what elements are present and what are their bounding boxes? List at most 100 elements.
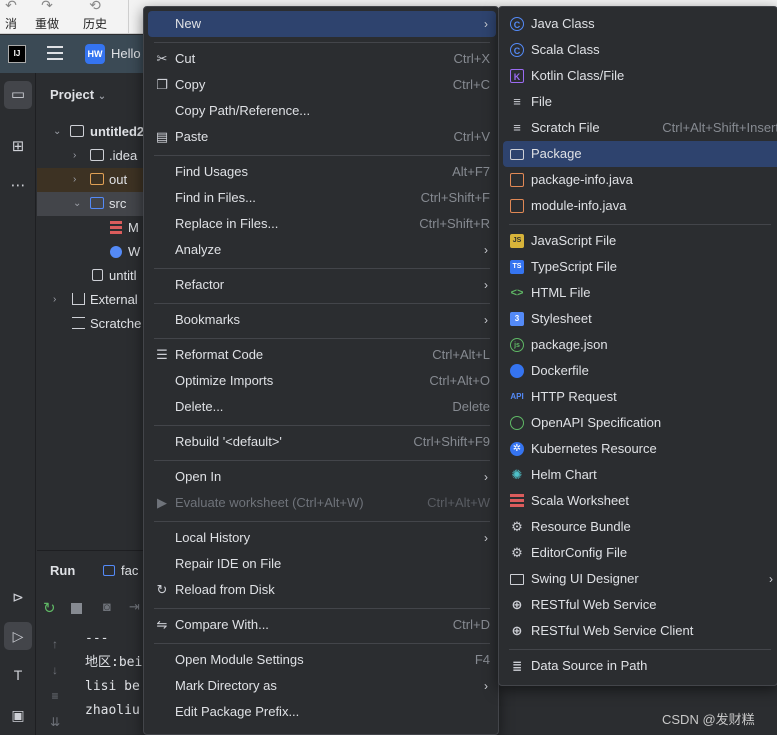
services-tool-button[interactable]: ⊳ [4,583,32,611]
submenu-item-scratch-file[interactable]: ≡ Scratch File Ctrl+Alt+Shift+Insert [503,115,777,141]
submenu-item-javascript[interactable]: JS JavaScript File [503,228,777,254]
submenu-item-kubernetes[interactable]: ✲ Kubernetes Resource [503,436,777,462]
run-tool-button[interactable]: ▷ [4,622,32,650]
submenu-item-stylesheet[interactable]: 3 Stylesheet [503,306,777,332]
menu-item-delete[interactable]: Delete... Delete [148,394,496,420]
menu-item-reformat-code[interactable]: ☰ Reformat Code Ctrl+Alt+L [148,342,496,368]
submenu-item-kotlin[interactable]: K Kotlin Class/File [503,63,777,89]
menu-item-copy-path[interactable]: Copy Path/Reference... [148,98,496,124]
submenu-item-module-info[interactable]: module-info.java [503,193,777,219]
submenu-item-restful-web-service[interactable]: ⊕ RESTful Web Service [503,592,777,618]
submenu-item-editorconfig[interactable]: ⚙ EditorConfig File [503,540,777,566]
folder-icon: ▭ [10,86,26,103]
submenu-item-restful-web-service-client[interactable]: ⊕ RESTful Web Service Client [503,618,777,644]
submenu-item-http-request[interactable]: API HTTP Request [503,384,777,410]
submenu-item-package[interactable]: Package [503,141,777,167]
submenu-item-resource-bundle[interactable]: ⚙ Resource Bundle [503,514,777,540]
menu-item-mark-directory-as[interactable]: Mark Directory as › [148,673,496,699]
tree-item-out[interactable]: › out [37,168,145,192]
tree-item-idea[interactable]: › .idea [37,144,145,168]
submenu-item-helm-chart[interactable]: ✺ Helm Chart [503,462,777,488]
menu-item-copy[interactable]: ❐ Copy Ctrl+C [148,72,496,98]
ide-header: IJ HW Hello [0,35,145,73]
menu-item-new[interactable]: New › [148,11,496,37]
camera-icon[interactable]: ◙ [103,599,111,614]
menu-item-bookmarks[interactable]: Bookmarks › [148,307,496,333]
menu-separator [154,338,490,339]
menu-item-rebuild[interactable]: Rebuild '<default>' Ctrl+Shift+F9 [148,429,496,455]
menu-item-find-usages[interactable]: Find Usages Alt+F7 [148,159,496,185]
menu-item-optimize-imports[interactable]: Optimize Imports Ctrl+Alt+O [148,368,496,394]
submenu-item-scala-class[interactable]: C Scala Class [503,37,777,63]
submenu-item-scala-worksheet[interactable]: Scala Worksheet [503,488,777,514]
api-icon: API [510,392,524,401]
chevron-right-icon: › [73,174,77,185]
soft-wrap-icon[interactable]: ≡ [45,683,65,709]
arrow-up-icon[interactable]: ↑ [45,631,65,657]
chevron-right-icon: › [53,294,57,305]
tree-item-file-w[interactable]: W [37,240,145,264]
menu-item-find-in-files[interactable]: Find in Files... Ctrl+Shift+F [148,185,496,211]
tree-item-external-libraries[interactable]: › External [37,288,145,312]
typescript-icon: TS [510,260,524,274]
more-tools-button[interactable]: ⋯ [4,172,32,200]
more-icon: ⋯ [10,177,26,194]
menu-item-replace-in-files[interactable]: Replace in Files... Ctrl+Shift+R [148,211,496,237]
submenu-item-openapi[interactable]: OpenAPI Specification [503,410,777,436]
submenu-item-swing-ui-designer[interactable]: Swing UI Designer › [503,566,777,592]
menu-item-edit-package-prefix[interactable]: Edit Package Prefix... [148,699,496,725]
java-file-icon [510,173,524,187]
console-line: lisi be [85,679,140,694]
main-menu-icon[interactable] [47,46,63,60]
console-gutter: ↑ ↓ ≡ ⇊ [45,631,65,735]
rerun-icon[interactable]: ↻ [43,599,56,617]
tree-item-src[interactable]: ⌄ src [37,192,145,216]
run-panel-title: Run [50,563,76,578]
menu-item-evaluate-worksheet[interactable]: ▶ Evaluate worksheet (Ctrl+Alt+W) Ctrl+A… [148,490,496,516]
scroll-end-icon[interactable]: ⇊ [45,709,65,735]
tree-item-iml[interactable]: untitl [37,264,145,288]
submenu-item-html[interactable]: <> HTML File [503,280,777,306]
submenu-item-file[interactable]: ≡ File [503,89,777,115]
menu-item-open-in[interactable]: Open In › [148,464,496,490]
chevron-right-icon: › [484,243,488,257]
menu-item-open-module-settings[interactable]: Open Module Settings F4 [148,647,496,673]
tree-item-root[interactable]: ⌄ untitled2 [37,120,145,144]
openapi-icon [510,416,524,430]
submenu-item-dockerfile[interactable]: Dockerfile [503,358,777,384]
project-badge[interactable]: HW [85,44,105,64]
undo-button[interactable]: ↶ 消 [0,0,28,34]
paste-icon: ▤ [155,129,169,144]
submenu-item-package-info[interactable]: package-info.java [503,167,777,193]
submenu-item-java-class[interactable]: C Java Class [503,11,777,37]
kotlin-icon: K [510,69,524,83]
exit-icon[interactable]: ⇥ [129,599,140,615]
redo-button[interactable]: ↷ 重做 [30,0,64,34]
menu-item-paste[interactable]: ▤ Paste Ctrl+V [148,124,496,150]
tree-item-scratches[interactable]: Scratche [37,312,145,336]
project-panel-title[interactable]: Project ⌄ [50,87,106,102]
menu-item-reload-from-disk[interactable]: ↻ Reload from Disk [148,577,496,603]
build-tool-button[interactable]: T [4,661,32,689]
menu-item-local-history[interactable]: Local History › [148,525,496,551]
terminal-tool-button[interactable]: ▣ [4,701,32,729]
run-toolbar: ↻ ◙ ⇥ [37,595,145,623]
submenu-item-typescript[interactable]: TS TypeScript File [503,254,777,280]
menu-item-compare-with[interactable]: ⇋ Compare With... Ctrl+D [148,612,496,638]
submenu-item-package-json[interactable]: js package.json [503,332,777,358]
tree-item-file-m[interactable]: M [37,216,145,240]
project-name[interactable]: Hello [111,46,141,61]
project-tool-button[interactable]: ▭ [4,81,32,109]
arrow-down-icon[interactable]: ↓ [45,657,65,683]
run-tab[interactable]: fac [103,563,138,578]
menu-item-refactor[interactable]: Refactor › [148,272,496,298]
submenu-item-data-source-in-path[interactable]: ≣ Data Source in Path [503,653,777,679]
menu-item-analyze[interactable]: Analyze › [148,237,496,263]
menu-item-cut[interactable]: ✂ Cut Ctrl+X [148,46,496,72]
stop-icon[interactable] [71,603,82,614]
history-button[interactable]: ⟲ 历史 [78,0,112,34]
menu-item-repair-ide[interactable]: Repair IDE on File [148,551,496,577]
structure-tool-button[interactable]: ⊞ [4,133,32,161]
watermark: CSDN @发财糕 [662,712,755,727]
console-line: 地区:bei [85,655,143,670]
